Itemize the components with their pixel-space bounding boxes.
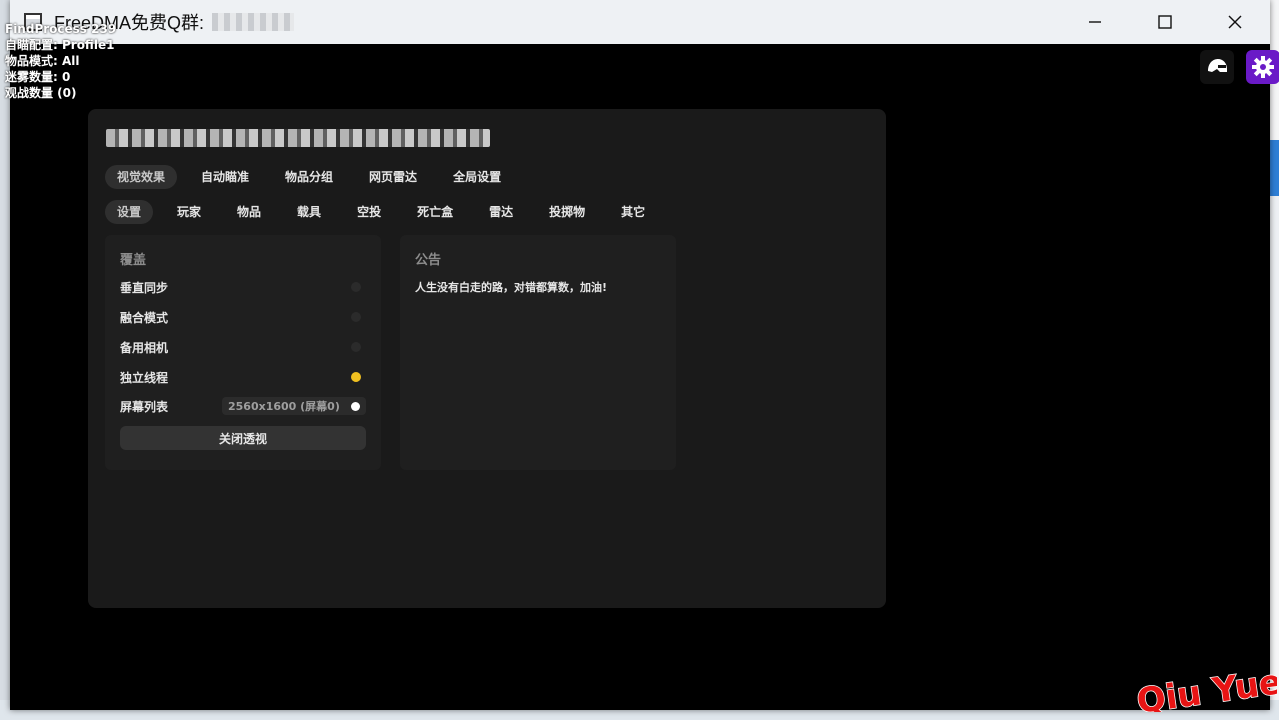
select-knob-icon (351, 401, 360, 411)
helmet-icon (1208, 59, 1227, 72)
minimize-icon (1089, 21, 1101, 23)
subtab-throwables[interactable]: 投掷物 (537, 200, 597, 224)
overlay-settings-card: 覆盖 垂直同步 融合模式 备用相机 独立线程 屏幕列表 2560x1600 (屏… (105, 235, 381, 470)
tab-item-groups[interactable]: 物品分组 (273, 165, 345, 189)
gear-icon (1252, 56, 1274, 78)
card-heading: 公告 (415, 253, 442, 268)
tab-web-radar[interactable]: 网页雷达 (357, 165, 429, 189)
notice-text: 人生没有白走的路，对错都算数，加油! (415, 281, 608, 294)
vsync-row[interactable]: 垂直同步 (120, 278, 366, 296)
tab-auto-aim[interactable]: 自动瞄准 (189, 165, 261, 189)
close-overlay-button[interactable]: 关闭透视 (120, 426, 366, 450)
screen-list-label: 屏幕列表 (120, 399, 169, 414)
subtab-deathbox[interactable]: 死亡盒 (405, 200, 465, 224)
toggle-label: 垂直同步 (120, 280, 169, 295)
subtab-other[interactable]: 其它 (609, 200, 657, 224)
toggle-label: 备用相机 (120, 340, 169, 355)
subtab-settings[interactable]: 设置 (105, 200, 154, 224)
subtab-items[interactable]: 物品 (225, 200, 273, 224)
separate-thread-row[interactable]: 独立线程 (120, 368, 366, 386)
subtab-airdrop[interactable]: 空投 (345, 200, 393, 224)
notice-card: 公告 人生没有白走的路，对错都算数，加油! (400, 235, 676, 470)
subtab-radar[interactable]: 雷达 (477, 200, 525, 224)
screen-list-select[interactable]: 2560x1600 (屏幕0) (222, 397, 366, 415)
overlay-line-process: FindProcess 239 (5, 22, 117, 36)
redacted-group-number (212, 13, 295, 31)
tab-global-settings[interactable]: 全局设置 (441, 165, 513, 189)
window-controls (1060, 0, 1270, 44)
tab-visual-effects[interactable]: 视觉效果 (105, 165, 178, 189)
card-heading: 覆盖 (120, 253, 147, 268)
separate-thread-toggle[interactable] (351, 372, 361, 382)
vsync-toggle[interactable] (351, 282, 361, 292)
blend-mode-row[interactable]: 融合模式 (120, 308, 366, 326)
overlay-line-fog-count: 迷雾数量: 0 (5, 70, 71, 84)
app-window: FreeDMA免费Q群: 视觉效果 自动瞄准 物品分组 网页雷达 全局设置 设置… (10, 0, 1279, 710)
overlay-line-item-mode: 物品模式: All (5, 54, 80, 68)
title-bar[interactable]: FreeDMA免费Q群: (10, 0, 1270, 44)
maximize-icon (1158, 15, 1172, 29)
maximize-button[interactable] (1130, 0, 1200, 44)
close-icon (1228, 15, 1242, 29)
close-button[interactable] (1200, 0, 1270, 44)
redacted-panel-title (106, 129, 490, 147)
backup-camera-row[interactable]: 备用相机 (120, 338, 366, 356)
debug-overlay: FindProcess 239 自瞄配置: Profile1 物品模式: All… (5, 21, 116, 101)
toggle-label: 融合模式 (120, 310, 169, 325)
subtab-players[interactable]: 玩家 (165, 200, 213, 224)
main-tab-bar: 视觉效果 自动瞄准 物品分组 网页雷达 全局设置 (105, 165, 513, 189)
toggle-label: 独立线程 (120, 370, 169, 385)
screen-list-row: 屏幕列表 2560x1600 (屏幕0) (120, 397, 366, 415)
screen-list-value: 2560x1600 (屏幕0) (228, 400, 340, 413)
overlay-line-aim-profile: 自瞄配置: Profile1 (5, 38, 115, 52)
subtab-vehicles[interactable]: 载具 (285, 200, 333, 224)
blend-mode-toggle[interactable] (351, 312, 361, 322)
minimize-button[interactable] (1060, 0, 1130, 44)
settings-button[interactable] (1246, 50, 1279, 84)
backup-camera-toggle[interactable] (351, 342, 361, 352)
settings-panel: 视觉效果 自动瞄准 物品分组 网页雷达 全局设置 设置 玩家 物品 载具 空投 … (88, 109, 886, 608)
overlay-line-spectators: 观战数量 (0) (5, 86, 77, 100)
sub-tab-bar: 设置 玩家 物品 载具 空投 死亡盒 雷达 投掷物 其它 (105, 200, 657, 224)
helmet-button[interactable] (1200, 50, 1234, 84)
